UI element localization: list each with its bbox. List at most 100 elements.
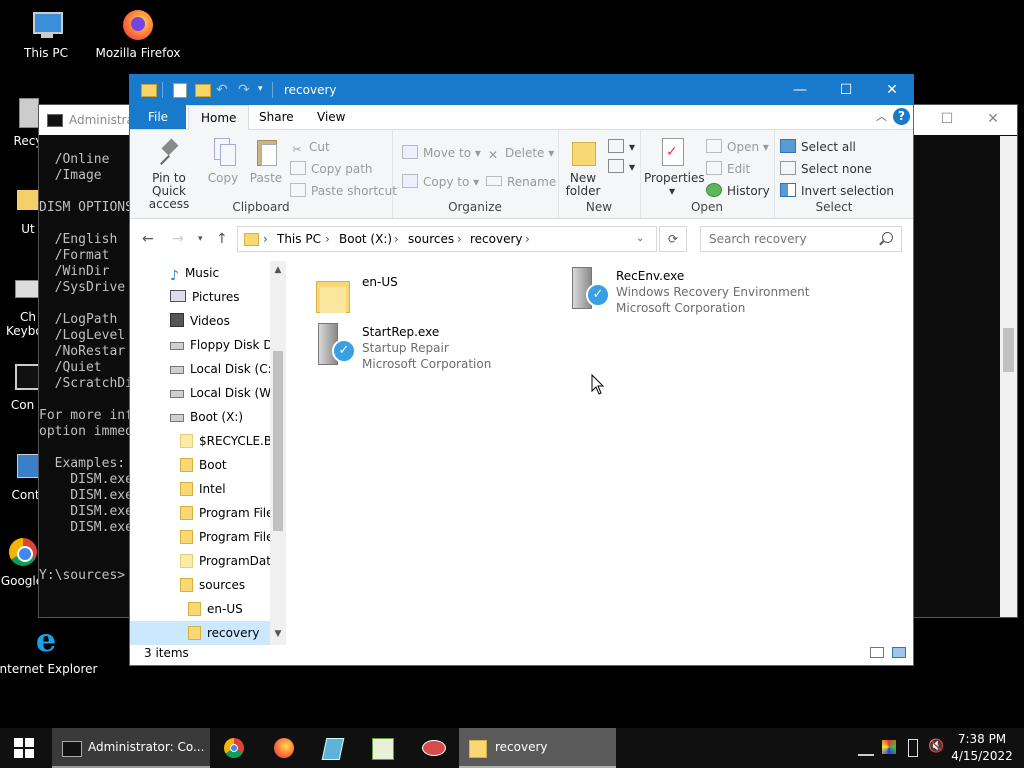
search-input[interactable] [700,226,902,252]
file-list[interactable]: en-US ✓ RecEnv.exe Windows Recovery Envi… [290,261,913,645]
up-button[interactable]: ↑ [216,231,228,247]
tab-file[interactable]: File [130,105,186,129]
large-icons-view-icon[interactable] [892,647,906,658]
delete-button[interactable]: ✕ Delete ▾ [486,144,554,162]
cmd-title: Administra [69,113,134,127]
tab-home[interactable]: Home [188,105,250,130]
navigation-pane[interactable]: ♪ Music Pictures Videos Floppy Disk Dri Local… [130,261,286,645]
nav-item[interactable]: sources [130,573,245,597]
taskbar-firefox-button[interactable] [272,728,300,768]
help-icon[interactable]: ? [893,108,910,125]
cmd-scroll-thumb[interactable] [1003,328,1014,372]
nav-item[interactable]: Program Files [130,501,280,525]
select-all-button[interactable]: Select all [780,138,856,156]
back-button[interactable]: ← [142,231,154,247]
paste-shortcut-button[interactable]: Paste shortcut [290,182,397,200]
pin-icon [156,138,182,168]
volume-muted-icon[interactable]: 🔇 [928,739,944,754]
start-button[interactable] [0,728,48,768]
properties-button[interactable]: ✓ Properties ▾ [644,138,705,198]
copy-path-button[interactable]: Copy path [290,160,373,178]
nav-item[interactable]: Local Disk (W:) [130,381,279,405]
desktop-icon-this-pc[interactable]: This PC [0,8,96,60]
copy-to-button[interactable]: Copy to ▾ [402,173,479,191]
forward-button[interactable]: → [172,231,184,247]
taskbar-cmd-button[interactable]: Administrator: Co... [52,728,210,768]
invert-selection-button[interactable]: Invert selection [780,182,894,200]
group-label: Clipboard [232,200,290,214]
crumb-this-pc[interactable]: This PC [277,232,321,246]
address-bar[interactable]: › This PC › Boot (X:) › sources › recove… [237,226,657,252]
new-folder-quick-icon[interactable] [195,84,211,97]
nav-item[interactable]: Boot (X:) [130,405,243,429]
nav-item[interactable]: en-US [130,597,243,621]
paste-button[interactable]: Paste [248,138,284,185]
move-to-label: Move to [423,146,472,160]
device-tray-icon[interactable] [908,739,918,757]
edit-button[interactable]: Edit [706,160,750,178]
windows-logo-icon [14,738,34,758]
cmd-close-button[interactable]: ✕ [983,111,1003,129]
redo-icon[interactable]: ↷ [238,82,250,98]
taskbar-chrome-button[interactable] [222,728,250,768]
new-item-button[interactable]: ▾ [608,138,635,156]
recent-locations-button[interactable]: ▾ [198,234,203,244]
desktop-icon-firefox[interactable]: Mozilla Firefox [88,8,188,60]
nav-item[interactable]: Boot [130,453,227,477]
desktop-icon-label: Internet Explorer [0,662,98,676]
new-folder-button[interactable]: New folder [562,138,604,198]
tab-share[interactable]: Share [247,105,306,129]
nav-scrollbar[interactable]: ▲ ▼ [270,261,286,645]
easy-access-button[interactable]: ▾ [608,158,635,176]
undo-icon[interactable]: ↶ [216,82,228,98]
crumb-boot[interactable]: Boot (X:) [339,232,392,246]
group-label: Organize [448,200,502,214]
minimize-button[interactable]: — [777,75,823,105]
rename-button[interactable]: Rename [486,173,556,191]
color-tray-icon[interactable] [882,740,896,754]
customize-quick-access-icon[interactable]: ▾ [258,84,263,100]
copy-button[interactable]: Copy [206,138,240,185]
close-button[interactable]: ✕ [869,75,915,105]
taskbar-app4-button[interactable] [370,728,398,768]
clock[interactable]: 7:38 PM 4/15/2022 [950,732,1014,763]
cut-button[interactable]: ✂ Cut [290,138,329,156]
address-dropdown-icon[interactable]: ⌄ [636,233,644,244]
scroll-up-icon[interactable]: ▲ [270,265,286,275]
chrome-icon [224,738,244,758]
move-to-button[interactable]: Move to ▾ [402,144,481,162]
nav-item[interactable]: Floppy Disk Dri [130,333,281,357]
nav-item[interactable]: Program Files [130,525,280,549]
maximize-button[interactable]: ☐ [823,75,869,105]
details-view-icon[interactable] [870,647,884,658]
taskbar-app3-button[interactable] [320,728,348,768]
group-open: ✓ Properties ▾ Open ▾ Edit History Open [640,130,775,218]
scroll-down-icon[interactable]: ▼ [270,629,286,639]
explorer-titlebar[interactable]: ↶ ↷ ▾ recovery — ☐ ✕ [130,75,913,105]
cmd-scrollbar[interactable] [1000,136,1017,617]
properties-quick-icon[interactable] [173,83,187,98]
nav-item[interactable]: ♪ Music [130,261,219,285]
nav-item[interactable]: ProgramData [130,549,278,573]
select-none-button[interactable]: Select none [780,160,872,178]
crumb-sources[interactable]: sources [408,232,454,246]
explorer-window[interactable]: ↶ ↷ ▾ recovery — ☐ ✕ File Home Share Vie… [129,74,914,666]
nav-item[interactable]: Intel [130,477,226,501]
refresh-button[interactable]: ⟳ [659,226,687,252]
history-button[interactable]: History [706,182,770,200]
desktop-icon-ie[interactable]: e Internet Explorer [0,624,98,676]
nav-scroll-thumb[interactable] [273,351,283,531]
taskbar-explorer-button[interactable]: recovery [459,728,616,768]
network-icon[interactable] [858,740,874,756]
nav-item[interactable]: $RECYCLE.BIN [130,429,285,453]
taskbar-app5-button[interactable] [420,728,448,768]
cmd-maximize-button[interactable]: ☐ [937,111,957,129]
nav-item-label: sources [199,578,246,592]
collapse-ribbon-icon[interactable]: ︿ [876,108,887,124]
crumb-recovery[interactable]: recovery [470,232,523,246]
tab-view[interactable]: View [305,105,357,129]
open-button[interactable]: Open ▾ [706,138,769,156]
nav-item[interactable]: Pictures [130,285,240,309]
nav-item[interactable]: Local Disk (C:) [130,357,276,381]
nav-item[interactable]: Videos [130,309,230,333]
